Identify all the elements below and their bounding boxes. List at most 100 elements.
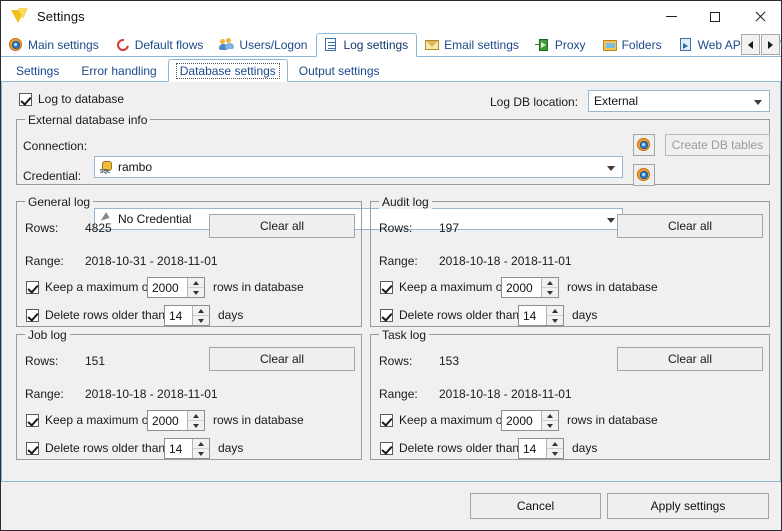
keep-maximum-stepper[interactable] <box>501 277 559 298</box>
clear-all-button[interactable]: Clear all <box>209 214 355 238</box>
keep-maximum-stepper[interactable] <box>147 410 205 431</box>
task-log-group: Task log Rows: 153 Clear all Range: 2018… <box>370 328 770 460</box>
tab-users-logon[interactable]: Users/Logon <box>212 33 316 56</box>
gear-icon <box>636 167 652 183</box>
window-controls <box>649 1 781 32</box>
stepper-down-button[interactable] <box>188 421 204 430</box>
delete-older-checkbox[interactable] <box>380 441 393 455</box>
tab-proxy[interactable]: Proxy <box>528 33 595 56</box>
caret-up-icon <box>552 308 558 313</box>
keep-maximum-input[interactable] <box>148 278 187 297</box>
stepper-up-button[interactable] <box>547 439 563 449</box>
keep-maximum-stepper[interactable] <box>501 410 559 431</box>
cancel-button[interactable]: Cancel <box>470 493 601 519</box>
stepper-up-button[interactable] <box>542 411 558 421</box>
general-log-group: General log Rows: 4825 Clear all Range: … <box>16 195 362 327</box>
close-button[interactable] <box>737 1 781 32</box>
tab-folders[interactable]: Folders <box>595 33 671 56</box>
connection-value: rambo <box>118 160 153 174</box>
stepper-up-button[interactable] <box>193 439 209 449</box>
delete-older-stepper[interactable] <box>164 305 210 326</box>
v-logo-icon <box>10 7 30 27</box>
clear-all-button[interactable]: Clear all <box>617 214 763 238</box>
tab-main-settings[interactable]: Main settings <box>1 33 108 56</box>
clear-all-button[interactable]: Clear all <box>617 347 763 371</box>
delete-older-checkbox[interactable] <box>380 308 393 322</box>
scroll-left-button[interactable] <box>741 34 760 55</box>
rows-value: 4825 <box>85 221 112 235</box>
create-db-tables-button[interactable]: Create DB tables <box>665 134 770 156</box>
days-label: days <box>572 441 598 455</box>
tab-email-settings[interactable]: Email settings <box>417 33 528 56</box>
window-title: Settings <box>37 9 85 24</box>
stepper-up-button[interactable] <box>188 278 204 288</box>
range-value: 2018-10-31 - 2018-11-01 <box>85 254 218 268</box>
keep-maximum-label: Keep a maximum of <box>399 413 506 427</box>
stepper-up-button[interactable] <box>542 278 558 288</box>
keep-maximum-row[interactable]: Keep a maximum of <box>26 280 152 294</box>
subtab-settings[interactable]: Settings <box>5 59 70 81</box>
stepper-down-button[interactable] <box>547 316 563 325</box>
caret-up-icon <box>193 280 199 285</box>
connection-select[interactable]: SQL rambo <box>94 156 623 178</box>
stepper-down-button[interactable] <box>188 288 204 297</box>
delete-older-input[interactable] <box>165 306 192 325</box>
stepper-down-button[interactable] <box>547 449 563 458</box>
delete-older-input[interactable] <box>519 306 546 325</box>
delete-older-checkbox[interactable] <box>26 308 39 322</box>
range-label: Range: <box>379 254 418 268</box>
delete-older-row[interactable]: Delete rows older than <box>26 308 165 322</box>
keep-maximum-checkbox[interactable] <box>380 280 393 294</box>
stepper-up-button[interactable] <box>193 306 209 316</box>
delete-older-label: Delete rows older than <box>399 308 520 322</box>
log-db-location-value: External <box>594 94 639 108</box>
clear-all-button[interactable]: Clear all <box>209 347 355 371</box>
scroll-right-button[interactable] <box>761 34 780 55</box>
log-to-database-row[interactable]: Log to database <box>19 92 124 106</box>
delete-older-input[interactable] <box>165 439 192 458</box>
stepper-down-button[interactable] <box>542 421 558 430</box>
subtab-output-settings[interactable]: Output settings <box>288 59 391 81</box>
stepper-down-button[interactable] <box>193 316 209 325</box>
connection-settings-button[interactable] <box>633 134 655 156</box>
keep-maximum-row[interactable]: Keep a maximum of <box>380 413 506 427</box>
keep-maximum-input[interactable] <box>502 278 541 297</box>
caret-up-icon <box>198 308 204 313</box>
keep-maximum-checkbox[interactable] <box>26 413 39 427</box>
delete-older-row[interactable]: Delete rows older than <box>380 441 519 455</box>
delete-older-stepper[interactable] <box>518 438 564 459</box>
delete-older-stepper[interactable] <box>518 305 564 326</box>
keep-maximum-stepper[interactable] <box>147 277 205 298</box>
keep-maximum-row[interactable]: Keep a maximum of <box>26 413 152 427</box>
keep-maximum-checkbox[interactable] <box>380 413 393 427</box>
minimize-button[interactable] <box>649 1 693 32</box>
stepper-down-button[interactable] <box>193 449 209 458</box>
delete-older-input[interactable] <box>519 439 546 458</box>
apply-settings-button[interactable]: Apply settings <box>607 493 769 519</box>
tab-default-flows[interactable]: Default flows <box>108 33 213 56</box>
sql-database-icon: SQL <box>100 160 114 175</box>
keep-maximum-input[interactable] <box>148 411 187 430</box>
log-to-database-checkbox[interactable] <box>19 92 32 106</box>
credential-settings-button[interactable] <box>633 164 655 186</box>
log-db-location-select[interactable]: External <box>588 90 770 112</box>
delete-older-label: Delete rows older than <box>45 441 166 455</box>
caret-down-icon <box>193 290 199 295</box>
keep-maximum-row[interactable]: Keep a maximum of <box>380 280 506 294</box>
maximize-button[interactable] <box>693 1 737 32</box>
clear-all-label: Clear all <box>667 352 712 366</box>
stepper-up-button[interactable] <box>547 306 563 316</box>
clear-all-label: Clear all <box>259 219 304 233</box>
tab-log-settings[interactable]: Log settings <box>316 33 418 57</box>
subtab-label: Database settings <box>175 62 280 79</box>
subtab-error-handling[interactable]: Error handling <box>70 59 167 81</box>
stepper-down-button[interactable] <box>542 288 558 297</box>
delete-older-checkbox[interactable] <box>26 441 39 455</box>
delete-older-stepper[interactable] <box>164 438 210 459</box>
stepper-up-button[interactable] <box>188 411 204 421</box>
delete-older-row[interactable]: Delete rows older than <box>26 441 165 455</box>
keep-maximum-input[interactable] <box>502 411 541 430</box>
delete-older-row[interactable]: Delete rows older than <box>380 308 519 322</box>
subtab-database-settings[interactable]: Database settings <box>167 59 288 82</box>
keep-maximum-checkbox[interactable] <box>26 280 39 294</box>
